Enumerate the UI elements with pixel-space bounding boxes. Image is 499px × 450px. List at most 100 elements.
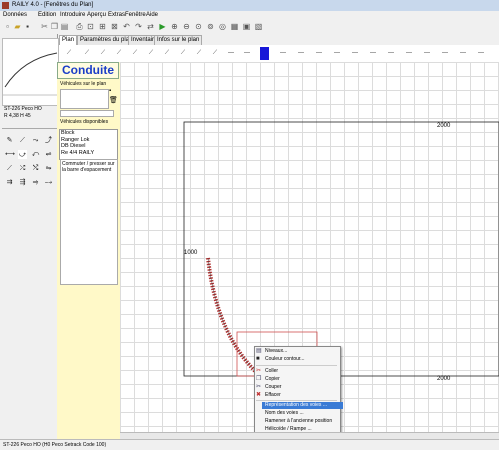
- menu-item-ramener[interactable]: Ramener à l'ancienne position: [262, 418, 343, 425]
- track-tool-icon[interactable]: ⟋: [18, 136, 27, 145]
- track-piece-icon[interactable]: ―: [333, 50, 341, 56]
- menu-edition[interactable]: Edition: [38, 12, 56, 18]
- app-icon: [2, 2, 9, 9]
- track-tool-icon[interactable]: ⤭: [31, 164, 40, 173]
- view-icon[interactable]: ▣: [242, 22, 251, 31]
- track-piece-icon[interactable]: ―: [405, 50, 413, 56]
- track-piece-icon[interactable]: ⟋: [83, 50, 91, 57]
- tool-4-icon[interactable]: ↶: [122, 22, 131, 31]
- tab-plan[interactable]: Plan: [59, 35, 78, 45]
- divider: [2, 128, 57, 129]
- copy-icon[interactable]: ❐: [50, 22, 59, 31]
- zoom-window-icon[interactable]: ⊚: [206, 22, 215, 31]
- track-tool-icon[interactable]: ✎: [5, 136, 14, 145]
- track-piece-icon[interactable]: ―: [243, 50, 251, 56]
- zoom-fit-icon[interactable]: ⊙: [194, 22, 203, 31]
- vehicles-available-label: Véhicules disponibles: [60, 119, 109, 125]
- track-piece-icon[interactable]: ―: [441, 50, 449, 56]
- track-tool-icon[interactable]: ⇌: [44, 150, 53, 159]
- vehicles-on-plan-label: Véhicules sur le plan: [60, 81, 107, 87]
- track-piece-icon[interactable]: ⟋: [99, 50, 107, 57]
- track-tool-icon[interactable]: ⤺: [31, 150, 40, 159]
- track-piece-icon[interactable]: ⟋: [147, 50, 155, 57]
- track-tool-icon[interactable]: ⇶: [18, 178, 27, 187]
- menu-aide[interactable]: Aide: [146, 12, 158, 18]
- track-tool-icon[interactable]: ⟷: [5, 150, 15, 159]
- menu-introduire[interactable]: Introduire: [60, 12, 85, 18]
- track-tool-icon[interactable]: ⟋: [5, 164, 14, 173]
- track-piece-icon[interactable]: ―: [423, 50, 431, 56]
- track-tool-icon[interactable]: ⤳: [31, 136, 40, 145]
- menu-item-couper[interactable]: Couper: [262, 384, 343, 391]
- menu-item-niveaux[interactable]: Niveaux...: [262, 348, 343, 355]
- track-piece-icon[interactable]: ―: [297, 50, 305, 56]
- menu-fenetre[interactable]: Fenêtre: [125, 12, 146, 18]
- menu-item-copier[interactable]: Copier: [262, 376, 343, 383]
- track-piece-icon[interactable]: ―: [227, 50, 235, 56]
- tool-5-icon[interactable]: ↷: [134, 22, 143, 31]
- preview-curve: [4, 52, 58, 88]
- zoom-out-icon[interactable]: ⊖: [182, 22, 191, 31]
- selected-track-piece[interactable]: [260, 47, 269, 60]
- open-icon[interactable]: ▰: [13, 22, 22, 31]
- track-piece-icon[interactable]: ⟋: [115, 50, 123, 57]
- window-title: RAILY 4.0 - [Fenêtres du Plan]: [12, 2, 94, 8]
- track-piece-icon[interactable]: ⟋: [131, 50, 139, 57]
- menu-item-effacer[interactable]: Effacer: [262, 392, 343, 399]
- track-piece-icon[interactable]: ―: [369, 50, 377, 56]
- track-tool-icon[interactable]: ⥤: [31, 178, 40, 187]
- track-piece-icon[interactable]: ⟋: [195, 50, 203, 57]
- menu-separator: [256, 365, 337, 366]
- print-icon[interactable]: ⎙: [75, 22, 84, 31]
- toolbar: ▫ ▰ ▪ ✂ ❐ ▤ ⎙ ⊡ ⊞ ⊠ ↶ ↷ ⇄ ▶ ⊕ ⊖ ⊙ ⊚ ◎ ▦ …: [0, 20, 499, 35]
- status-bar: ST-226 Peco HO (H0 Peco Setrack Code 100…: [0, 439, 499, 450]
- trash-icon[interactable]: 🗑: [109, 96, 118, 104]
- track-piece-icon[interactable]: ⟋: [163, 50, 171, 57]
- track-tool-icon[interactable]: ⤮: [18, 164, 27, 173]
- menu-item-couleur[interactable]: Couleur contour...: [262, 356, 343, 363]
- track-piece-icon[interactable]: ―: [477, 50, 485, 56]
- track-piece-icon[interactable]: ―: [351, 50, 359, 56]
- cut-icon[interactable]: ✂: [40, 22, 49, 31]
- speed-slider[interactable]: [60, 110, 114, 117]
- track-piece-icon[interactable]: ―: [459, 50, 467, 56]
- tab-bar: Plan Paramètres du plan Inventaire Infos…: [57, 34, 499, 45]
- track-tool-icon[interactable]: ⇋: [44, 164, 53, 173]
- new-icon[interactable]: ▫: [3, 22, 12, 31]
- tab-parametres[interactable]: Paramètres du plan: [77, 35, 136, 45]
- track-tool-icon[interactable]: ⇉: [5, 178, 14, 187]
- save-icon[interactable]: ▪: [23, 22, 32, 31]
- menu-extras[interactable]: Extras: [108, 12, 125, 18]
- grid-icon[interactable]: ▦: [230, 22, 239, 31]
- menu-item-coller[interactable]: Coller: [262, 368, 343, 375]
- vehicles-available-list[interactable]: Block Ranger Lok DB Diesel Re 4/4 RAILY: [59, 129, 118, 160]
- menu-apercu[interactable]: Aperçu: [87, 12, 106, 18]
- layer-icon[interactable]: ▧: [254, 22, 263, 31]
- tool-6-icon[interactable]: ⇄: [146, 22, 155, 31]
- list-item[interactable]: Re 4/4 RAILY: [60, 150, 117, 157]
- play-icon[interactable]: ▶: [158, 22, 167, 31]
- track-tool-icon[interactable]: ⤍: [44, 178, 53, 187]
- vehicle-add-icon[interactable]: ▪: [109, 88, 111, 94]
- track-tool-icon[interactable]: ⤴: [44, 136, 53, 145]
- paste-icon[interactable]: ▤: [60, 22, 69, 31]
- menu-item-representation[interactable]: Représentation des voies ...: [262, 402, 343, 409]
- tool-2-icon[interactable]: ⊞: [98, 22, 107, 31]
- track-piece-icon[interactable]: ⟋: [211, 50, 219, 57]
- zoom-all-icon[interactable]: ◎: [218, 22, 227, 31]
- menu-item-nom-voies[interactable]: Nom des voies ...: [262, 410, 343, 417]
- track-piece-icon[interactable]: ―: [315, 50, 323, 56]
- tool-3-icon[interactable]: ⊠: [110, 22, 119, 31]
- track-centerline: [207, 257, 257, 373]
- vehicles-on-plan-list[interactable]: [60, 89, 109, 109]
- track-piece-icon[interactable]: ―: [387, 50, 395, 56]
- track-curve[interactable]: [206, 257, 258, 374]
- tab-infos[interactable]: Infos sur le plan: [154, 35, 203, 45]
- zoom-in-icon[interactable]: ⊕: [170, 22, 179, 31]
- track-piece-icon[interactable]: ⟋: [65, 50, 73, 57]
- track-piece-icon[interactable]: ―: [279, 50, 287, 56]
- menu-donnees[interactable]: Données: [3, 12, 27, 18]
- track-tool-icon[interactable]: ⤻: [18, 150, 27, 159]
- tool-1-icon[interactable]: ⊡: [86, 22, 95, 31]
- track-piece-icon[interactable]: ⟋: [179, 50, 187, 57]
